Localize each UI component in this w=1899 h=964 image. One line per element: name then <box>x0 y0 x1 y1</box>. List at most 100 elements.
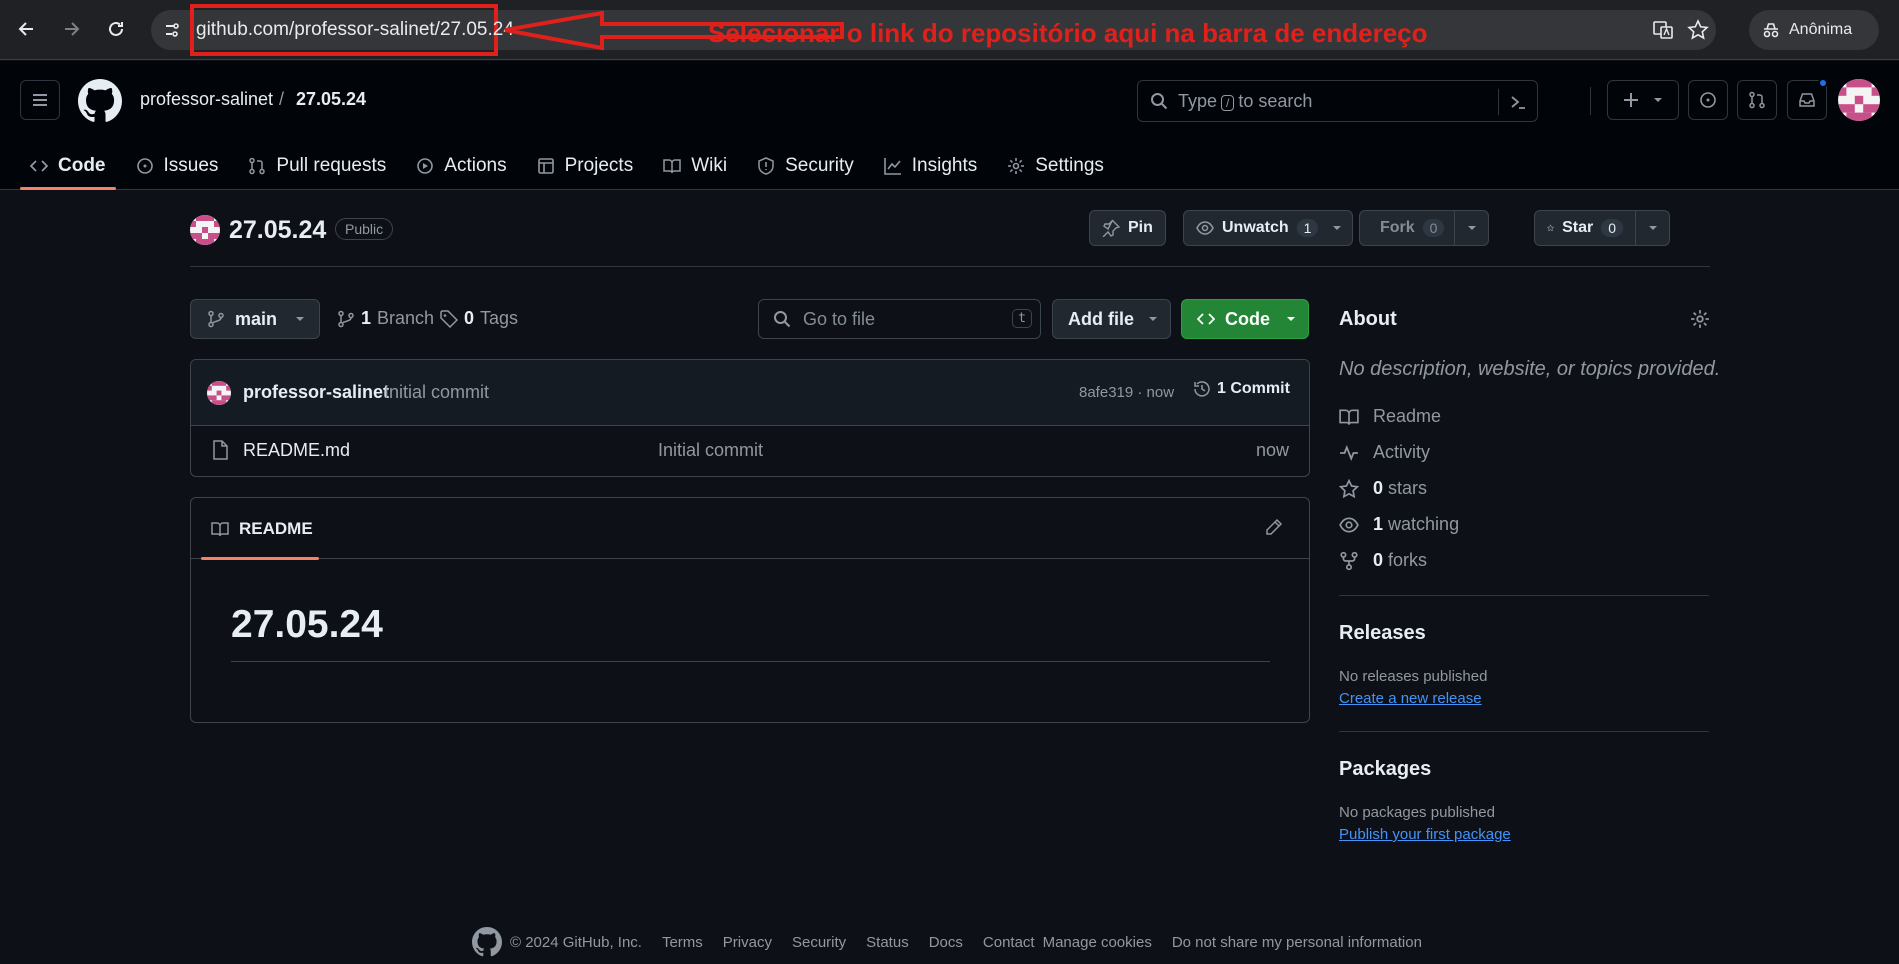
create-new-button[interactable] <box>1607 80 1679 120</box>
incognito-icon <box>1763 23 1779 38</box>
pin-button[interactable]: Pin <box>1089 210 1166 246</box>
file-commit-time: now <box>1255 440 1289 460</box>
add-file-button[interactable]: Add file <box>1052 299 1171 339</box>
commits-link[interactable]: 1 Commit <box>1193 380 1290 398</box>
code-label: Code <box>1225 308 1270 329</box>
readme-tab[interactable]: README <box>201 498 319 560</box>
pin-label: Pin <box>1128 219 1153 236</box>
file-commit-message[interactable]: Initial commit <box>658 440 763 461</box>
tab-pull-requests[interactable]: Pull requests <box>238 143 396 189</box>
unwatch-button[interactable]: Unwatch 1 <box>1183 210 1354 246</box>
git-branch-icon <box>208 310 224 328</box>
tab-wiki[interactable]: Wiki <box>653 143 737 189</box>
code-icon <box>30 160 48 172</box>
packages-title[interactable]: Packages <box>1339 758 1431 781</box>
book-icon <box>1339 409 1359 425</box>
git-branch-icon <box>338 310 354 327</box>
commit-message[interactable]: Initial commit <box>384 382 489 403</box>
global-search-input[interactable]: Type / to search <box>1137 80 1538 122</box>
go-to-file-input[interactable]: Go to file t <box>758 299 1041 339</box>
branch-selector[interactable]: main <box>190 299 320 339</box>
commit-hash[interactable]: 8afe319 · now <box>1079 384 1174 401</box>
footer-link-security[interactable]: Security <box>792 934 846 951</box>
releases-title[interactable]: Releases <box>1339 622 1426 645</box>
github-header: professor-salinet / 27.05.24 Type / to sea… <box>0 61 1899 190</box>
file-name-link[interactable]: README.md <box>243 440 350 461</box>
tab-actions[interactable]: Actions <box>406 143 516 189</box>
menu-button[interactable] <box>20 80 60 120</box>
star-count: 0 <box>1601 219 1623 237</box>
back-icon[interactable] <box>9 11 45 47</box>
star-button[interactable]: Star 0 <box>1534 210 1670 246</box>
tab-projects[interactable]: Projects <box>527 143 644 189</box>
translate-icon[interactable] <box>1651 18 1675 42</box>
footer-link-docs[interactable]: Docs <box>929 934 963 951</box>
tags-link[interactable]: 0 Tags <box>440 308 518 329</box>
table-row: README.md Initial commit now <box>191 426 1309 476</box>
watching-link[interactable]: 1 watching <box>1339 514 1459 535</box>
pencil-icon[interactable] <box>1265 518 1283 536</box>
footer-link-terms[interactable]: Terms <box>662 934 703 951</box>
browser-toolbar: github.com/professor-salinet/27.05.24 Se… <box>0 0 1899 60</box>
chevron-down-icon[interactable] <box>1322 223 1352 233</box>
create-release-link[interactable]: Create a new release <box>1339 690 1482 707</box>
incognito-profile-chip[interactable]: Anônima <box>1749 10 1879 50</box>
issue-opened-icon <box>136 158 153 174</box>
fork-button[interactable]: Fork 0 <box>1359 210 1489 246</box>
tab-code[interactable]: Code <box>20 143 116 190</box>
footer-link-privacy[interactable]: Privacy <box>723 934 772 951</box>
readme-panel: README 27.05.24 <box>190 497 1310 723</box>
tab-security[interactable]: Security <box>747 143 864 189</box>
footer: © 2024 GitHub, Inc. Terms Privacy Securi… <box>472 927 1422 957</box>
url-text[interactable]: github.com/professor-salinet/27.05.24 <box>196 19 514 41</box>
shield-icon <box>758 157 774 175</box>
reload-icon[interactable] <box>98 11 134 47</box>
header-divider <box>1590 87 1591 115</box>
code-button[interactable]: Code <box>1181 299 1309 339</box>
forks-link[interactable]: 0 forks <box>1339 550 1427 571</box>
packages-empty-text: No packages published <box>1339 804 1495 821</box>
publish-package-link[interactable]: Publish your first package <box>1339 826 1511 843</box>
stars-label: stars <box>1388 478 1428 498</box>
tab-label: Wiki <box>691 155 728 176</box>
issues-button[interactable] <box>1688 80 1728 120</box>
site-info-icon[interactable] <box>160 18 184 42</box>
tab-issues[interactable]: Issues <box>126 143 229 189</box>
bookmark-star-icon[interactable] <box>1686 18 1710 42</box>
file-icon <box>213 440 228 460</box>
user-avatar[interactable] <box>1838 79 1880 121</box>
profile-label: Anônima <box>1789 21 1853 38</box>
footer-link-manage-cookies[interactable]: Manage cookies <box>1043 934 1152 951</box>
footer-link-status[interactable]: Status <box>866 934 909 951</box>
watching-label: watching <box>1388 514 1460 534</box>
chevron-down-icon[interactable] <box>1635 211 1669 245</box>
tab-insights[interactable]: Insights <box>874 143 987 189</box>
about-title: About <box>1339 308 1397 330</box>
command-palette-icon[interactable] <box>1498 89 1527 115</box>
branches-link[interactable]: 1 Branch <box>337 308 434 329</box>
tab-label: Code <box>58 155 106 176</box>
commit-author-avatar[interactable] <box>207 381 231 405</box>
readme-link[interactable]: Readme <box>1339 406 1441 427</box>
chevron-down-icon[interactable] <box>1454 211 1488 245</box>
github-logo-icon[interactable] <box>78 79 122 123</box>
search-icon <box>1151 93 1168 110</box>
footer-link-contact[interactable]: Contact <box>983 934 1035 951</box>
breadcrumb-owner[interactable]: professor-salinet <box>140 89 273 110</box>
sidebar-divider <box>1339 731 1709 732</box>
activity-link[interactable]: Activity <box>1339 442 1430 463</box>
tags-label: Tags <box>480 308 519 328</box>
repo-title[interactable]: 27.05.24 <box>229 216 326 245</box>
github-logo-icon[interactable] <box>472 927 502 957</box>
pull-requests-button[interactable] <box>1737 80 1777 120</box>
repo-owner-avatar[interactable] <box>190 215 220 245</box>
commit-author[interactable]: professor-salinet <box>243 382 389 403</box>
gear-icon[interactable] <box>1690 309 1710 329</box>
stars-link[interactable]: 0 stars <box>1339 478 1427 499</box>
forward-icon[interactable] <box>53 11 89 47</box>
footer-link-do-not-share[interactable]: Do not share my personal information <box>1172 934 1422 951</box>
star-label: Star <box>1562 219 1594 236</box>
tab-label: Security <box>785 155 854 176</box>
breadcrumb-repo[interactable]: 27.05.24 <box>296 89 366 110</box>
tab-settings[interactable]: Settings <box>997 143 1114 189</box>
